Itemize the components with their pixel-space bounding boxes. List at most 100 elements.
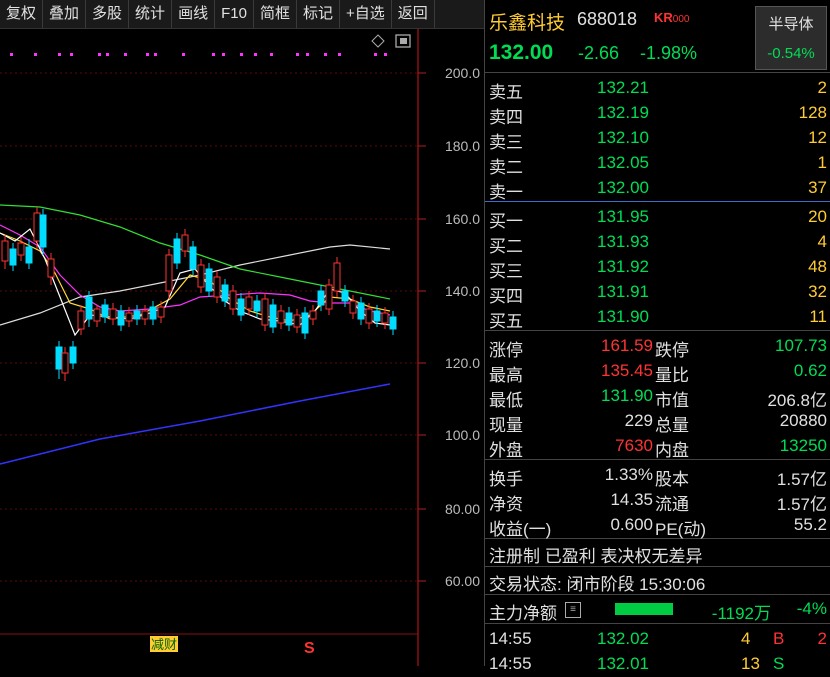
stat-label: 收益(一) [489,520,552,539]
candle-body [181,234,189,252]
kline-svg[interactable]: 减财 S [0,29,484,666]
candle-body [269,304,277,328]
buy-volume: 20 [808,207,827,226]
toolbar-button-4[interactable]: 画线 [172,0,216,28]
stat-label: 内盘 [655,441,689,460]
reg-info: 注册制 已盈利 表决权无差异 [485,539,830,566]
ma250-line [0,383,391,465]
tick-row[interactable]: 14:55 132.02 4 B 2 [485,627,830,652]
candle-body [117,310,125,326]
event-dot [70,53,73,56]
toolbar-button-0[interactable]: 复权 [0,0,44,28]
event-dot [154,53,157,56]
candle-body [17,242,25,256]
sell-orders: 卖五 132.21 2 卖四 132.19 128 卖三 132.10 12 卖二 1… [485,73,830,202]
quote-header: 乐鑫科技 688018 KR000 132.00 -2.66 -1.98% 半导… [485,0,830,73]
sell-volume: 12 [808,128,827,147]
y-tick-label: 180.0 [444,138,480,154]
trade-status-text: 交易状态: 闭市阶段 15:30:06 [489,575,706,594]
kr-badge: KR000 [654,10,690,25]
main-flow[interactable]: 主力净额 ≡ -1192万 -4% [485,595,830,623]
sell-row[interactable]: 卖四 132.19 128 [485,101,830,127]
sell-row[interactable]: 卖一 132.00 37 [485,176,830,202]
candle-body [381,312,389,324]
sell-row[interactable]: 卖五 132.21 2 [485,76,830,102]
stat-row: 收益(一) 0.600 PE(动) 55.2 [485,513,830,539]
toolbar-button-6[interactable]: 简框 [254,0,297,28]
event-dot [254,53,257,56]
sell-price: 132.10 [597,128,649,147]
toolbar-button-7[interactable]: 标记 [297,0,340,28]
event-dot [374,53,377,56]
sell-price: 132.05 [597,153,649,172]
toolbar-button-9[interactable]: 返回 [392,0,435,28]
candle-body [77,310,85,330]
stock-name[interactable]: 乐鑫科技 [489,8,565,35]
kline-chart[interactable]: 减财 S 200.0 180.0 160.0 140.0 120.0 100.0 80.00 6… [0,29,484,666]
toolbar-button-1[interactable]: 叠加 [43,0,87,28]
buy-row[interactable]: 买三 131.92 48 [485,255,830,281]
reg-info-text: 注册制 已盈利 表决权无差异 [489,547,703,566]
tick-list[interactable]: 14:55 132.02 4 B 2 14:55 132.01 13 S [485,624,830,677]
stat-value: 206.8亿 [767,391,827,410]
buy-price: 131.92 [597,257,649,276]
sector-button[interactable]: 半导体 -0.54% [755,6,827,70]
buy-row[interactable]: 买五 131.90 11 [485,305,830,331]
candle-body [61,352,69,374]
buy-label: 买五 [489,312,523,331]
sell-row[interactable]: 卖三 132.10 12 [485,126,830,152]
buy-row[interactable]: 买一 131.95 20 [485,205,830,231]
stat-value: 107.73 [775,336,827,355]
stat-value: 131.90 [601,386,653,405]
candle-body [149,306,157,320]
candle-body [133,310,141,320]
main-flow-value: -1192万 [711,604,771,623]
diamond-icon[interactable] [371,34,385,48]
candle-body [213,276,221,298]
candle-body [333,262,341,292]
candle-body [237,298,245,316]
candle-body [317,290,325,306]
sell-signal-marker[interactable]: S [304,640,315,657]
event-dot [58,53,61,56]
candle-body [25,246,33,264]
event-dot [182,53,185,56]
list-icon[interactable]: ≡ [565,602,581,618]
stat-value: 229 [624,411,653,430]
sell-row[interactable]: 卖二 132.05 1 [485,151,830,177]
buy-row[interactable]: 买二 131.93 4 [485,230,830,256]
y-tick-label: 160.0 [444,211,480,227]
candle-body [245,296,253,310]
toolbar-button-2[interactable]: 多股 [86,0,130,28]
stat-row: 外盘 7630 内盘 13250 [485,434,830,460]
stat-label: 换手 [489,470,523,489]
candle-body [69,346,77,364]
stat-row: 现量 229 总量 20880 [485,409,830,435]
sell-label: 卖二 [489,158,523,177]
event-dot [106,53,109,56]
buy-label: 买二 [489,237,523,256]
stat-label: 现量 [489,416,523,435]
stat-label: PE(动) [655,520,706,539]
toolbar-button-3[interactable]: 统计 [129,0,173,28]
event-dot [222,53,225,56]
tick-time: 14:55 [489,629,532,648]
event-marker-text[interactable]: 减财 [151,637,177,652]
toolbar-button-5[interactable]: F10 [215,0,254,28]
candle-body [277,310,285,324]
stat-label: 最高 [489,366,523,385]
event-dot [384,53,387,56]
buy-volume: 48 [808,257,827,276]
candle-body [309,310,317,320]
toolbar-button-8[interactable]: +自选 [340,0,392,28]
sector-change: -0.54% [767,45,815,62]
tick-row[interactable]: 14:55 132.01 13 S [485,652,830,677]
buy-volume: 11 [809,307,827,326]
candle-body [125,312,133,322]
stat-value: 0.62 [793,361,827,380]
stat-value: 13250 [779,436,827,455]
event-dot [338,53,341,56]
buy-row[interactable]: 买四 131.91 32 [485,280,830,306]
tick-extra: 2 [817,629,827,648]
stat-label: 跌停 [655,341,689,360]
